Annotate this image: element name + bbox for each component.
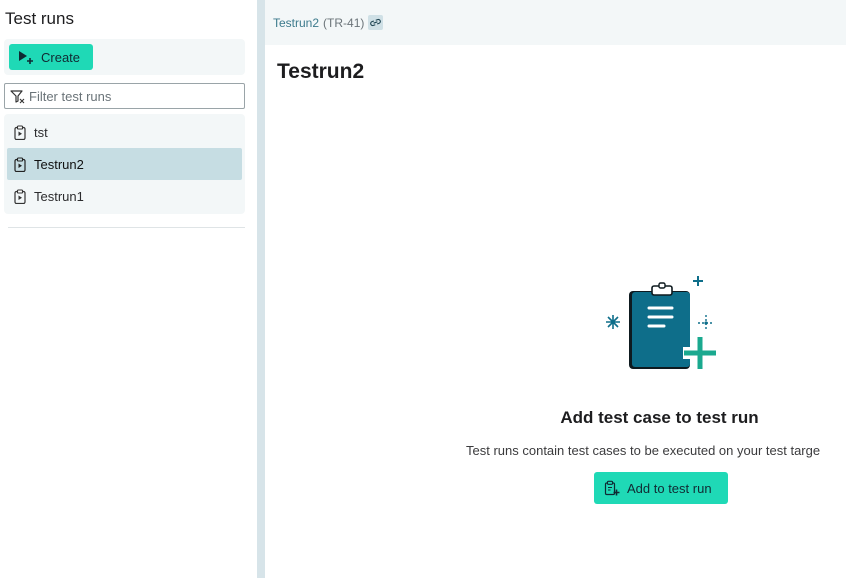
play-plus-icon	[19, 51, 33, 64]
test-run-item-label: Testrun1	[34, 188, 84, 204]
test-run-item-label: tst	[34, 124, 48, 140]
add-to-test-run-button[interactable]: Add to test run	[594, 472, 728, 504]
sidebar: Test runs Create tst	[0, 0, 257, 578]
main-content: Testrun2 (TR-41) Testrun2 Add test case …	[265, 0, 846, 578]
filter-icon	[10, 89, 25, 103]
create-button[interactable]: Create	[9, 44, 93, 70]
sidebar-title: Test runs	[5, 9, 74, 28]
panel-splitter[interactable]	[257, 0, 265, 578]
breadcrumb-name[interactable]: Testrun2	[273, 16, 319, 30]
clipboard-play-icon	[14, 124, 26, 140]
test-run-item-testrun2[interactable]: Testrun2	[7, 148, 242, 180]
add-to-test-run-label: Add to test run	[627, 480, 712, 496]
empty-state-description: Test runs contain test cases to be execu…	[466, 443, 821, 458]
test-run-item-label: Testrun2	[34, 156, 84, 172]
breadcrumb-id: (TR-41)	[323, 15, 365, 30]
breadcrumb: Testrun2 (TR-41)	[265, 0, 846, 45]
test-run-list: tst Testrun2 Testrun1	[4, 114, 245, 214]
sidebar-divider	[8, 227, 245, 228]
page-title: Testrun2	[277, 60, 365, 83]
clipboard-plus-icon	[604, 480, 620, 496]
clipboard-play-icon	[14, 188, 26, 204]
filter-input[interactable]	[29, 88, 229, 104]
clipboard-play-icon	[14, 156, 26, 172]
filter-field[interactable]	[4, 83, 245, 109]
link-icon[interactable]	[368, 15, 384, 30]
empty-state-illustration	[606, 276, 717, 370]
create-panel: Create	[4, 39, 245, 75]
test-run-item-testrun1[interactable]: Testrun1	[7, 180, 242, 212]
create-button-label: Create	[41, 49, 81, 65]
test-run-item-tst[interactable]: tst	[7, 116, 242, 148]
empty-state-title: Add test case to test run	[560, 408, 759, 427]
